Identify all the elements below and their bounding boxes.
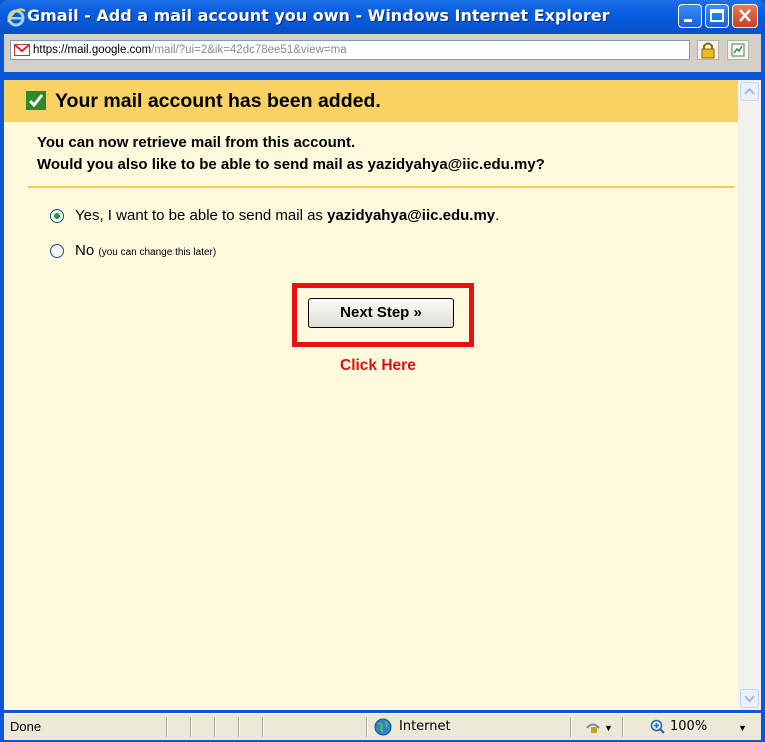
zoom-icon — [650, 719, 665, 734]
browser-window: Gmail - Add a mail account you own - Win… — [0, 0, 765, 742]
maximize-icon — [710, 9, 724, 22]
divider — [28, 186, 734, 188]
status-divider — [190, 717, 192, 737]
security-lock-button[interactable] — [697, 40, 719, 60]
status-text: Done — [10, 719, 42, 734]
status-divider — [214, 717, 216, 737]
option-no-hint: (you can change this later) — [98, 247, 217, 258]
url-domain: google.com — [91, 44, 152, 56]
page-viewport: Your mail account has been added. You ca… — [4, 80, 761, 710]
scroll-up-button[interactable] — [740, 82, 759, 101]
padlock-icon — [701, 42, 715, 59]
success-title: Your mail account has been added. — [55, 90, 381, 112]
status-divider — [238, 717, 240, 737]
chevron-down-icon[interactable]: ▼ — [738, 723, 747, 733]
internet-explorer-icon — [7, 8, 26, 27]
feeds-button[interactable] — [727, 40, 749, 60]
option-yes-suffix: . — [495, 207, 500, 224]
option-yes-label[interactable]: Yes, I want to be able to send mail as y… — [75, 207, 499, 224]
minimize-icon — [684, 19, 692, 22]
status-divider — [166, 717, 168, 737]
page-content: Your mail account has been added. You ca… — [4, 80, 738, 710]
url-prefix: https://mail. — [33, 44, 92, 56]
chevron-up-icon — [744, 87, 755, 95]
status-divider — [366, 717, 368, 737]
url-field[interactable]: https://mail.google.com/mail/?ui=2&ik=42… — [10, 40, 690, 60]
url-text: https://mail.google.com/mail/?ui=2&ik=42… — [33, 41, 347, 59]
minimize-button[interactable] — [678, 4, 702, 28]
maximize-button[interactable] — [705, 4, 729, 28]
internet-globe-icon — [374, 718, 392, 736]
option-no-text: No — [75, 242, 95, 259]
option-yes-prefix: Yes, I want to be able to send mail as — [75, 207, 328, 224]
gmail-icon — [14, 44, 30, 56]
status-divider — [570, 717, 572, 737]
chevron-down-icon[interactable]: ▼ — [604, 723, 613, 733]
protected-mode-icon[interactable] — [584, 719, 602, 735]
vertical-scrollbar[interactable] — [738, 80, 761, 710]
option-no-label[interactable]: No (you can change this later) — [75, 242, 216, 259]
retrieve-info-text: You can now retrieve mail from this acco… — [37, 134, 356, 151]
address-bar: https://mail.google.com/mail/?ui=2&ik=42… — [4, 34, 761, 72]
status-bar: Done Internet ▼ 100% ▼ — [4, 713, 761, 740]
close-button[interactable] — [732, 4, 758, 28]
checkmark-icon — [26, 91, 46, 110]
radio-no[interactable] — [50, 244, 64, 258]
radio-selected-dot — [54, 213, 60, 219]
option-yes-email: yazidyahya@iic.edu.my — [327, 207, 496, 224]
success-banner: Your mail account has been added. — [4, 80, 738, 122]
chevron-down-icon — [744, 695, 755, 703]
url-path: /mail/?ui=2&ik=42dc78ee51&view=ma — [151, 44, 347, 56]
send-as-question: Would you also like to be able to send m… — [37, 156, 545, 173]
radio-yes[interactable] — [50, 209, 64, 223]
status-divider — [262, 717, 264, 737]
next-step-button[interactable]: Next Step » — [308, 298, 454, 328]
zone-text: Internet — [399, 719, 451, 734]
click-here-annotation: Click Here — [340, 357, 416, 374]
window-title: Gmail - Add a mail account you own - Win… — [27, 6, 610, 25]
title-bar[interactable]: Gmail - Add a mail account you own - Win… — [0, 0, 765, 34]
feed-icon — [731, 43, 745, 57]
close-icon — [739, 9, 751, 22]
zoom-level[interactable]: 100% — [670, 719, 707, 734]
scroll-down-button[interactable] — [740, 689, 759, 708]
status-divider — [622, 717, 624, 737]
